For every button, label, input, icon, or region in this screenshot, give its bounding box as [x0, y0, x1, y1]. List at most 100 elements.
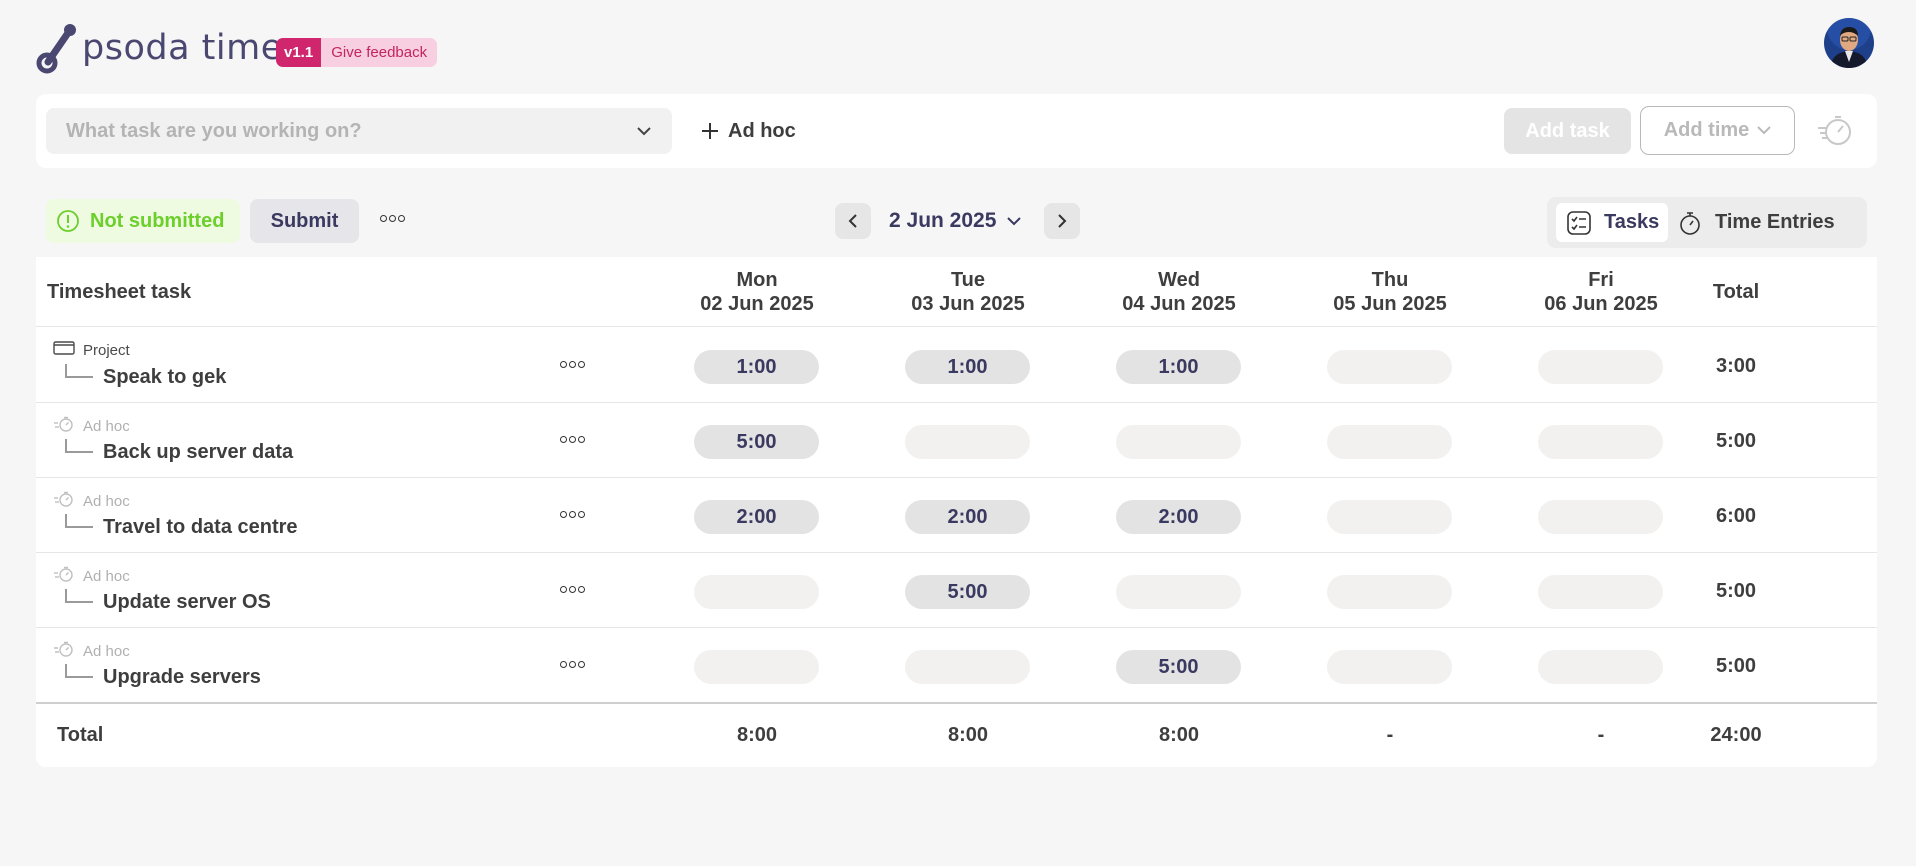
task-type-label: Project — [83, 341, 130, 359]
task-name: Speak to gek — [103, 366, 227, 388]
task-type: Ad hoc — [53, 415, 130, 437]
table-row: Ad hoc Back up server data 5:00 5:00 — [36, 403, 1877, 478]
hours-cell[interactable]: 5:00 — [905, 575, 1030, 609]
hours-cell[interactable]: 1:00 — [1116, 350, 1241, 384]
version-badge: v1.1 Give feedback — [276, 38, 438, 67]
task-type-label: Ad hoc — [83, 642, 130, 660]
row-more-menu[interactable] — [560, 586, 585, 593]
hours-cell[interactable] — [1116, 575, 1241, 609]
logo-text: psoda time — [82, 28, 283, 68]
status-badge: Not submitted — [46, 199, 240, 243]
hours-cell[interactable] — [1538, 500, 1663, 534]
row-total: 5:00 — [1715, 580, 1757, 602]
hours-cell[interactable] — [694, 575, 819, 609]
day-date: 06 Jun 2025 — [1544, 293, 1658, 315]
chevron-left-icon — [848, 214, 857, 228]
hours-cell[interactable]: 5:00 — [1116, 650, 1241, 684]
hours-cell[interactable] — [1327, 500, 1452, 534]
row-more-menu[interactable] — [560, 436, 585, 443]
row-total: 5:00 — [1715, 430, 1757, 452]
avatar-photo-icon — [1824, 18, 1874, 68]
hours-cell[interactable]: 1:00 — [905, 350, 1030, 384]
add-time-label: Add time — [1663, 119, 1750, 141]
timesheet-toolbar: Not submitted Submit 2 Jun 2025 Tasks Ti… — [36, 187, 1877, 257]
row-total: 6:00 — [1715, 505, 1757, 527]
task-name: Update server OS — [103, 591, 271, 613]
hours-cell[interactable] — [1327, 350, 1452, 384]
hours-cell[interactable] — [1538, 350, 1663, 384]
hours-cell[interactable]: 1:00 — [694, 350, 819, 384]
table-footer: Total 8:00 8:00 8:00 - - 24:00 — [36, 702, 1877, 767]
hours-cell[interactable] — [1327, 425, 1452, 459]
row-more-menu[interactable] — [560, 511, 585, 518]
stopwatch-icon — [1818, 116, 1851, 145]
hours-cell[interactable] — [905, 650, 1030, 684]
timesheet-more-menu[interactable] — [380, 215, 405, 222]
chevron-down-icon — [1007, 217, 1022, 226]
app-header: psoda time v1.1 Give feedback — [36, 18, 1880, 88]
task-select-placeholder: What task are you working on? — [66, 119, 362, 142]
task-entry-bar: What task are you working on? Ad hoc Add… — [36, 94, 1877, 168]
table-row: Ad hoc Travel to data centre 2:00 2:00 2:00 6… — [36, 478, 1877, 553]
hours-cell[interactable]: 2:00 — [1116, 500, 1241, 534]
task-type: Project — [53, 340, 130, 360]
day-name: Mon — [736, 269, 778, 291]
status-label: Not submitted — [90, 209, 225, 232]
table-row: Ad hoc Update server OS 5:00 5:00 — [36, 553, 1877, 628]
task-name: Back up server data — [103, 441, 294, 463]
chevron-down-icon — [637, 127, 651, 136]
add-time-button[interactable]: Add time — [1640, 106, 1795, 155]
task-type-label: Ad hoc — [83, 417, 130, 435]
grand-total: 24:00 — [1710, 724, 1762, 746]
table-row: Ad hoc Upgrade servers 5:00 5:00 — [36, 628, 1877, 703]
hours-cell[interactable] — [694, 650, 819, 684]
table-row: Project Speak to gek 1:00 1:00 1:00 3:00 — [36, 328, 1877, 403]
day-total: 8:00 — [1158, 724, 1200, 746]
row-more-menu[interactable] — [560, 361, 585, 368]
tree-connector — [65, 589, 93, 603]
start-timer-button[interactable] — [1816, 112, 1854, 153]
hours-cell[interactable] — [1538, 650, 1663, 684]
hours-cell[interactable]: 5:00 — [694, 425, 819, 459]
ad-hoc-stopwatch-icon — [53, 565, 75, 587]
task-type: Ad hoc — [53, 640, 130, 662]
submit-button[interactable]: Submit — [250, 199, 359, 243]
day-date: 04 Jun 2025 — [1122, 293, 1236, 315]
version-label: v1.1 — [276, 38, 322, 67]
row-total: 3:00 — [1715, 355, 1757, 377]
week-date-picker[interactable]: 2 Jun 2025 — [889, 203, 1022, 239]
app-logo[interactable]: psoda time — [36, 20, 283, 76]
give-feedback-link[interactable]: Give feedback — [321, 38, 438, 67]
hours-cell[interactable] — [1538, 425, 1663, 459]
next-week-button[interactable] — [1044, 203, 1080, 239]
previous-week-button[interactable] — [835, 203, 871, 239]
tab-tasks-label: Tasks — [1604, 211, 1660, 233]
hours-cell[interactable] — [1327, 575, 1452, 609]
add-task-button[interactable]: Add task — [1504, 108, 1631, 154]
task-name: Upgrade servers — [103, 666, 261, 688]
hours-cell[interactable]: 2:00 — [905, 500, 1030, 534]
day-date: 05 Jun 2025 — [1333, 293, 1447, 315]
calendar-icon — [53, 340, 75, 360]
column-header-day: Tue 03 Jun 2025 — [888, 268, 1048, 316]
hours-cell[interactable] — [1116, 425, 1241, 459]
hours-cell[interactable] — [905, 425, 1030, 459]
tree-connector — [65, 664, 93, 678]
row-more-menu[interactable] — [560, 661, 585, 668]
day-date: 02 Jun 2025 — [700, 293, 814, 315]
stopwatch-icon — [1680, 211, 1700, 235]
column-header-total: Total — [1712, 281, 1760, 303]
user-avatar[interactable] — [1824, 18, 1874, 68]
column-header-day: Fri 06 Jun 2025 — [1521, 268, 1681, 316]
column-header-day: Mon 02 Jun 2025 — [677, 268, 837, 316]
hours-cell[interactable] — [1538, 575, 1663, 609]
column-header-task: Timesheet task — [47, 281, 192, 303]
tab-tasks[interactable]: Tasks — [1556, 203, 1668, 242]
task-select[interactable]: What task are you working on? — [46, 108, 672, 154]
row-total: 5:00 — [1715, 655, 1757, 677]
hours-cell[interactable] — [1327, 650, 1452, 684]
hours-cell[interactable]: 2:00 — [694, 500, 819, 534]
task-type: Ad hoc — [53, 565, 130, 587]
ad-hoc-button[interactable]: Ad hoc — [700, 108, 796, 154]
tab-time-entries[interactable]: Time Entries — [1677, 203, 1835, 242]
